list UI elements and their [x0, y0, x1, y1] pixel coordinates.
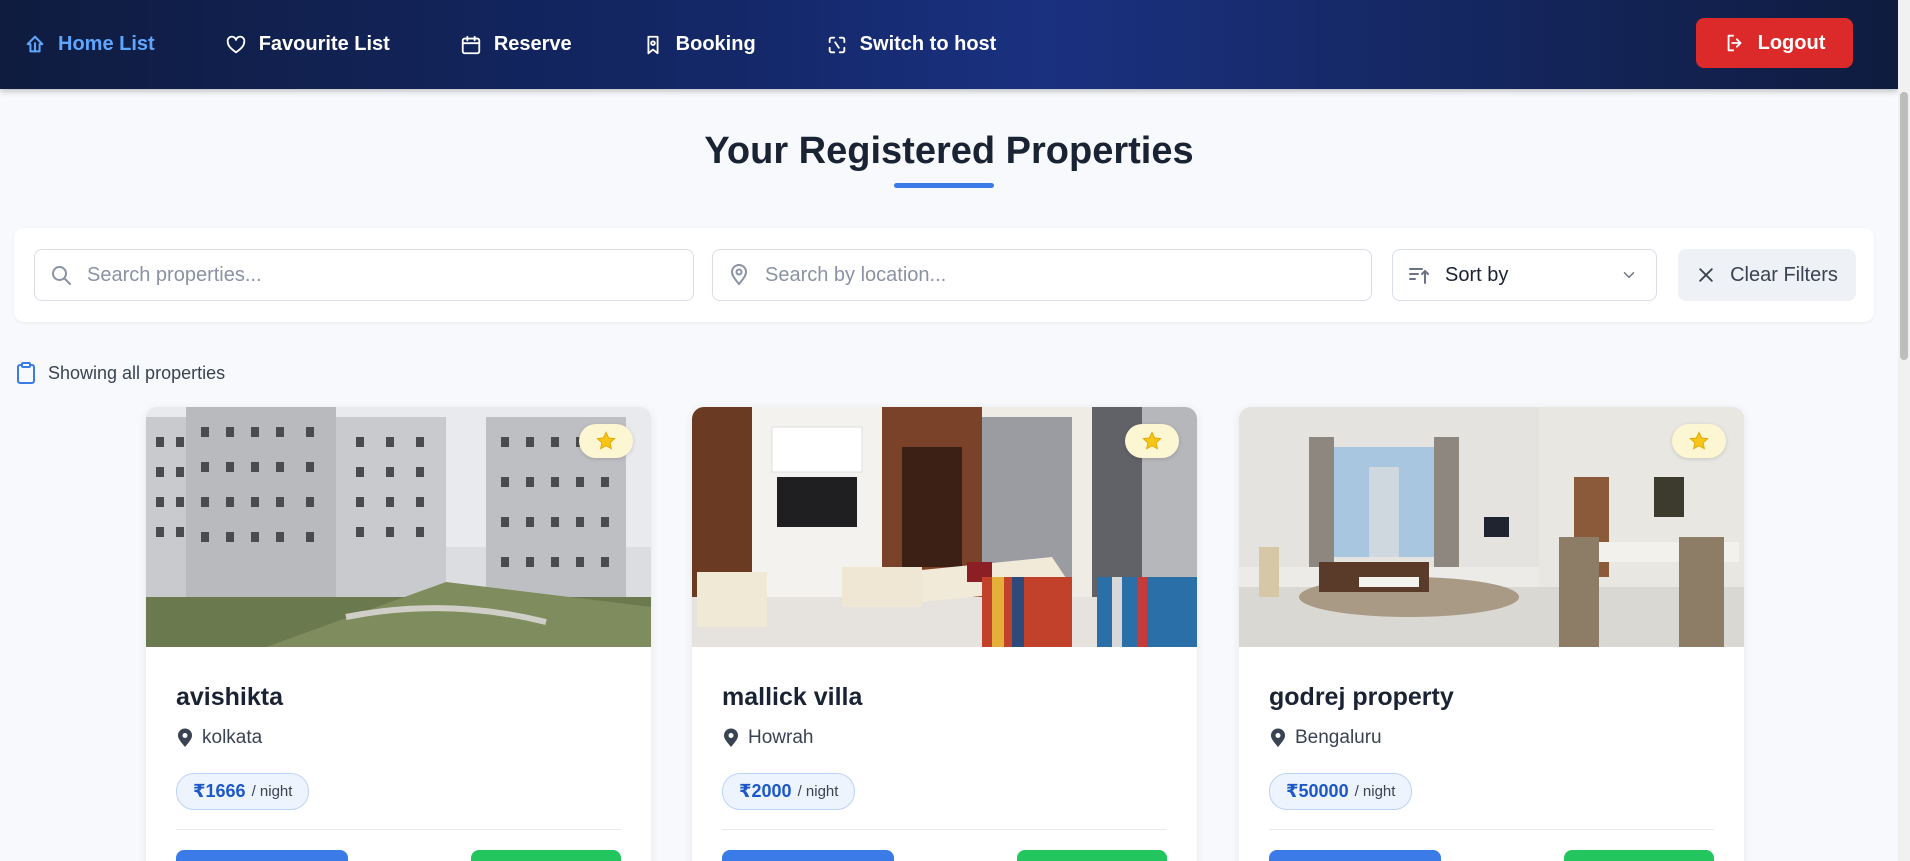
- card-primary-button[interactable]: [722, 850, 894, 861]
- search-input[interactable]: Search properties...: [34, 249, 694, 301]
- property-location: Howrah: [722, 727, 813, 749]
- results-summary: Showing all properties: [16, 362, 225, 384]
- clear-filters-button[interactable]: Clear Filters: [1678, 249, 1856, 301]
- property-image: [692, 407, 1197, 647]
- price-unit: / night: [797, 783, 839, 800]
- card-primary-button[interactable]: [1269, 850, 1441, 861]
- sort-select[interactable]: Sort by: [1392, 249, 1657, 301]
- home-icon: [26, 35, 44, 52]
- sort-icon: [1409, 268, 1429, 284]
- heart-icon: [226, 35, 245, 53]
- results-summary-text: Showing all properties: [48, 362, 226, 383]
- price-value: ₹50000: [1286, 781, 1349, 801]
- search-icon: [52, 266, 71, 285]
- nav-booking[interactable]: Booking: [642, 33, 756, 56]
- calendar-icon: [461, 35, 480, 54]
- property-card[interactable]: mallick villa Howrah ₹2000 / night: [692, 407, 1197, 861]
- nav-label: Home List: [58, 33, 155, 55]
- filter-bar: Search properties... Search by location.…: [14, 228, 1874, 322]
- switch-icon: [828, 36, 845, 53]
- nav-label: Booking: [675, 33, 756, 55]
- bookmark-icon: [647, 35, 659, 54]
- property-location-text: kolkata: [202, 727, 263, 748]
- nav-label: Reserve: [493, 33, 572, 55]
- property-name: avishikta: [176, 683, 284, 711]
- price-unit: / night: [251, 783, 293, 800]
- featured-badge[interactable]: [1125, 424, 1179, 458]
- location-pin-icon: [730, 264, 748, 286]
- close-icon: [1699, 268, 1713, 282]
- page-title: Your Registered Properties: [704, 130, 1194, 172]
- property-location: Bengaluru: [1269, 727, 1382, 749]
- location-placeholder: Search by location...: [765, 263, 947, 286]
- price-unit: / night: [1354, 783, 1396, 800]
- property-image: [1239, 407, 1744, 647]
- logout-icon: [1727, 34, 1742, 52]
- nav-switch-to-host[interactable]: Switch to host: [826, 33, 997, 56]
- search-placeholder: Search properties...: [87, 263, 262, 286]
- property-card[interactable]: avishikta kolkata ₹1666 / night: [146, 407, 651, 861]
- map-pin-icon: [178, 728, 192, 747]
- page-scrollbar[interactable]: [1898, 0, 1910, 861]
- star-icon: [1142, 431, 1162, 450]
- card-secondary-button[interactable]: [1564, 850, 1714, 861]
- nav-label: Switch to host: [859, 33, 997, 55]
- nav-reserve[interactable]: Reserve: [460, 33, 572, 56]
- property-location-text: Bengaluru: [1295, 727, 1382, 748]
- property-image: [146, 407, 651, 647]
- price-value: ₹2000: [739, 781, 792, 801]
- card-divider: [1269, 829, 1714, 830]
- scrollbar-thumb[interactable]: [1900, 92, 1908, 360]
- property-card[interactable]: godrej property Bengaluru ₹50000 / night: [1239, 407, 1744, 861]
- chevron-down-icon: [1623, 272, 1635, 279]
- logout-button[interactable]: Logout: [1696, 18, 1853, 68]
- card-secondary-button[interactable]: [1017, 850, 1167, 861]
- location-search-input[interactable]: Search by location...: [712, 249, 1372, 301]
- property-location: kolkata: [176, 727, 262, 749]
- star-icon: [596, 431, 616, 450]
- map-pin-icon: [724, 728, 738, 747]
- title-underline: [894, 183, 994, 188]
- logout-label: Logout: [1757, 31, 1826, 54]
- nav-favourite-list[interactable]: Favourite List: [225, 33, 390, 56]
- price-value: ₹1666: [193, 781, 246, 801]
- card-divider: [176, 829, 621, 830]
- card-primary-button[interactable]: [176, 850, 348, 861]
- card-secondary-button[interactable]: [471, 850, 621, 861]
- property-name: mallick villa: [722, 683, 863, 711]
- price-badge: ₹1666 / night: [176, 773, 310, 810]
- nav-home-list[interactable]: Home List: [24, 33, 155, 56]
- featured-badge[interactable]: [579, 424, 633, 458]
- property-name: godrej property: [1269, 683, 1454, 711]
- map-pin-icon: [1271, 728, 1285, 747]
- clipboard-icon: [17, 362, 35, 384]
- card-divider: [722, 829, 1167, 830]
- property-location-text: Howrah: [748, 727, 814, 748]
- star-icon: [1689, 431, 1709, 450]
- featured-badge[interactable]: [1672, 424, 1726, 458]
- nav-label: Favourite List: [258, 33, 390, 55]
- clear-filters-label: Clear Filters: [1730, 263, 1838, 286]
- sort-label: Sort by: [1445, 263, 1509, 286]
- top-navbar: Home List Favourite List Reserve Booking…: [0, 0, 1898, 89]
- price-badge: ₹2000 / night: [722, 773, 856, 810]
- price-badge: ₹50000 / night: [1269, 773, 1413, 810]
